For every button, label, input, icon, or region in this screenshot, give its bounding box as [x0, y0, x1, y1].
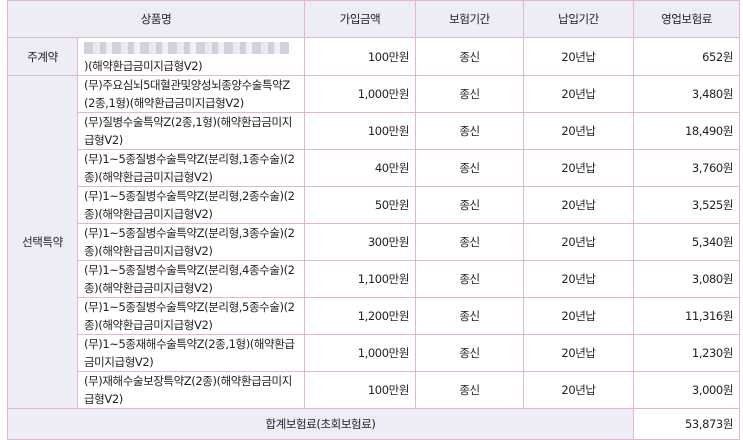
insurance-period: 종신 — [415, 260, 525, 298]
product-name: )(해약환급금미지급형V2) — [76, 37, 306, 76]
premium-amount: 18,490원 — [633, 112, 741, 150]
coverage-amount: 100만원 — [304, 37, 417, 76]
rider-name: (무)1~5종질병수술특약Z(분리형,1종수술)(2종)(해약환급금미지급형V2… — [76, 149, 306, 187]
coverage-amount: 1,100만원 — [304, 260, 417, 298]
table-row-rider: 선택특약 (무)주요심뇌5대혈관및양성뇌종양수술특약Z(2종,1형)(해약환급금… — [7, 75, 741, 409]
header-payment: 납입기간 — [523, 0, 635, 38]
rider-name: (무)1~5종질병수술특약Z(분리형,4종수술)(2종)(해약환급금미지급형V2… — [76, 260, 306, 298]
coverage-amount: 1,000만원 — [304, 334, 417, 372]
table-row-rider: (무)1~5종질병수술특약Z(분리형,5종수술)(2종)(해약환급금미지급형V2… — [8, 297, 741, 335]
coverage-amount: 300만원 — [304, 223, 417, 261]
payment-period: 20년납 — [523, 149, 635, 187]
payment-period: 20년납 — [523, 37, 635, 76]
table-row-rider: (무)1~5종질병수술특약Z(분리형,1종수술)(2종)(해약환급금미지급형V2… — [8, 149, 741, 187]
payment-period: 20년납 — [523, 371, 635, 409]
insurance-period: 종신 — [415, 75, 525, 113]
total-label: 합계보험료(초회보험료) — [6, 408, 635, 440]
table-row-rider: (무)1~5종질병수술특약Z(분리형,4종수술)(2종)(해약환급금미지급형V2… — [8, 260, 741, 298]
coverage-amount: 50만원 — [304, 186, 417, 224]
header-amount: 가입금액 — [304, 0, 417, 38]
rider-name: (무)1~5종질병수술특약Z(분리형,2종수술)(2종)(해약환급금미지급형V2… — [76, 186, 306, 224]
premium-amount: 3,760원 — [633, 149, 741, 187]
rider-name: (무)1~5종질병수술특약Z(분리형,5종수술)(2종)(해약환급금미지급형V2… — [76, 297, 306, 335]
header-product: 상품명 — [6, 0, 306, 38]
insurance-period: 종신 — [415, 297, 525, 335]
insurance-period: 종신 — [415, 112, 525, 150]
insurance-period: 종신 — [415, 223, 525, 261]
table-row-rider: (무)재해수술보장특약Z(2종)(해약환급금미지급형V2) 100만원 종신 2… — [8, 371, 741, 409]
premium-amount: 11,316원 — [633, 297, 741, 335]
rider-name: (무)1~5종질병수술특약Z(분리형,3종수술)(2종)(해약환급금미지급형V2… — [76, 223, 306, 261]
insurance-period: 종신 — [415, 186, 525, 224]
table-row-rider: (무)1~5종질병수술특약Z(분리형,3종수술)(2종)(해약환급금미지급형V2… — [8, 223, 741, 261]
coverage-amount: 100만원 — [304, 371, 417, 409]
payment-period: 20년납 — [523, 112, 635, 150]
table-row-rider: (무)1~5종질병수술특약Z(분리형,2종수술)(2종)(해약환급금미지급형V2… — [8, 186, 741, 224]
masked-product-name — [84, 42, 289, 54]
insurance-premium-table: 상품명 가입금액 보험기간 납입기간 영업보험료 주계약 )(해약환급금미지급형… — [6, 0, 741, 440]
total-row: 합계보험료(초회보험료) 53,873원 — [6, 408, 741, 440]
payment-period: 20년납 — [523, 260, 635, 298]
coverage-amount: 40만원 — [304, 149, 417, 187]
category-rider: 선택특약 — [7, 75, 78, 409]
total-premium: 53,873원 — [633, 408, 741, 440]
coverage-amount: 1,000만원 — [304, 75, 417, 113]
premium-amount: 3,000원 — [633, 371, 741, 409]
rider-name: (무)질병수술특약Z(2종,1형)(해약환급금미지급형V2) — [76, 112, 306, 150]
premium-amount: 652원 — [633, 37, 741, 76]
premium-amount: 3,080원 — [633, 260, 741, 298]
insurance-period: 종신 — [415, 149, 525, 187]
header-row: 상품명 가입금액 보험기간 납입기간 영업보험료 — [6, 0, 741, 38]
table-row-main-contract: 주계약 )(해약환급금미지급형V2) 100만원 종신 20년납 652원 — [7, 37, 741, 76]
premium-amount: 1,230원 — [633, 334, 741, 372]
rider-name: (무)1~5종재해수술특약Z(2종,1형)(해약환급금미지급형V2) — [76, 334, 306, 372]
coverage-amount: 100만원 — [304, 112, 417, 150]
insurance-period: 종신 — [415, 334, 525, 372]
insurance-period: 종신 — [415, 371, 525, 409]
payment-period: 20년납 — [523, 334, 635, 372]
rider-name: (무)주요심뇌5대혈관및양성뇌종양수술특약Z(2종,1형)(해약환급금미지급형V… — [76, 75, 306, 113]
payment-period: 20년납 — [523, 75, 635, 113]
table-row-rider: (무)질병수술특약Z(2종,1형)(해약환급금미지급형V2) 100만원 종신 … — [8, 112, 741, 150]
rider-name: (무)재해수술보장특약Z(2종)(해약환급금미지급형V2) — [76, 371, 306, 409]
premium-amount: 3,525원 — [633, 186, 741, 224]
header-premium: 영업보험료 — [633, 0, 741, 38]
header-period: 보험기간 — [415, 0, 525, 38]
insurance-period: 종신 — [415, 37, 525, 76]
coverage-amount: 1,200만원 — [304, 297, 417, 335]
payment-period: 20년납 — [523, 186, 635, 224]
payment-period: 20년납 — [523, 223, 635, 261]
premium-amount: 5,340원 — [633, 223, 741, 261]
payment-period: 20년납 — [523, 297, 635, 335]
product-name-suffix: )(해약환급금미지급형V2) — [84, 58, 203, 73]
premium-amount: 3,480원 — [633, 75, 741, 113]
table-row-rider: (무)1~5종재해수술특약Z(2종,1형)(해약환급금미지급형V2) 1,000… — [8, 334, 741, 372]
category-main-contract: 주계약 — [7, 37, 78, 76]
